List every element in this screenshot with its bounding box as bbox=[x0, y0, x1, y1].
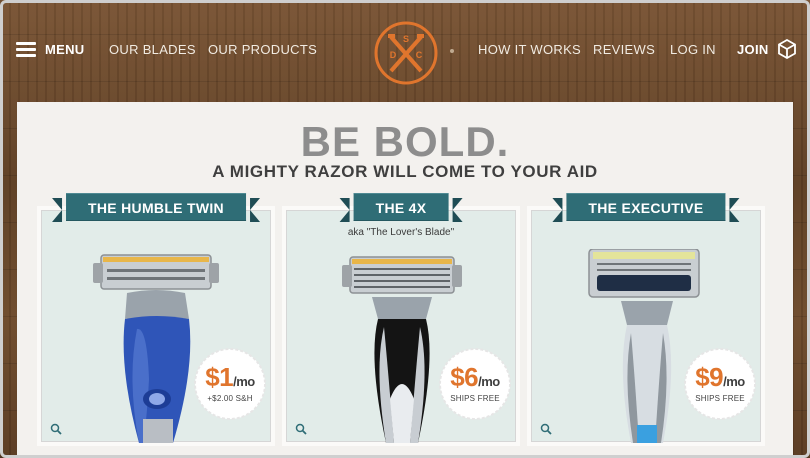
nav-divider-dot bbox=[450, 49, 454, 53]
product-card-executive[interactable]: THE EXECUTIVE $9/mo SHIPS FREE bbox=[531, 193, 761, 443]
price-badge: $9/mo SHIPS FREE bbox=[684, 348, 756, 420]
cube-icon[interactable] bbox=[777, 39, 797, 59]
zoom-icon[interactable] bbox=[540, 423, 552, 435]
top-nav: MENU OUR BLADES OUR PRODUCTS S D C HOW I… bbox=[0, 0, 810, 100]
shipping-note: SHIPS FREE bbox=[450, 394, 500, 403]
zoom-icon[interactable] bbox=[295, 423, 307, 435]
hero-panel: BE BOLD. A MIGHTY RAZOR WILL COME TO YOU… bbox=[17, 102, 793, 458]
product-name-banner: THE 4X bbox=[339, 193, 463, 222]
product-name-banner: THE HUMBLE TWIN bbox=[52, 193, 260, 222]
price-amount: $9/mo bbox=[684, 362, 756, 393]
price-amount: $6/mo bbox=[439, 362, 511, 393]
zoom-icon[interactable] bbox=[50, 423, 62, 435]
price-period: /mo bbox=[723, 374, 745, 389]
shipping-note: +$2.00 S&H bbox=[207, 394, 253, 403]
price-badge: $6/mo SHIPS FREE bbox=[439, 348, 511, 420]
price-value: $1 bbox=[205, 362, 234, 392]
price-value: $9 bbox=[695, 362, 724, 392]
product-nickname: aka "The Lover's Blade" bbox=[347, 227, 455, 238]
dollar-shave-club-logo[interactable]: S D C bbox=[374, 21, 438, 85]
nav-how-it-works[interactable]: HOW IT WORKS bbox=[478, 42, 581, 57]
menu-button[interactable]: MENU bbox=[45, 42, 84, 57]
shipping-note: SHIPS FREE bbox=[695, 394, 745, 403]
price-period: /mo bbox=[478, 374, 500, 389]
product-card-humble-twin[interactable]: THE HUMBLE TWIN $1/mo +$2.00 S&H bbox=[41, 193, 271, 443]
nav-join[interactable]: JOIN bbox=[737, 42, 769, 57]
nav-our-blades[interactable]: OUR BLADES bbox=[109, 42, 196, 57]
nav-log-in[interactable]: LOG IN bbox=[670, 42, 716, 57]
price-value: $6 bbox=[450, 362, 479, 392]
price-amount: $1/mo bbox=[194, 362, 266, 393]
logo-letter-c: C bbox=[416, 50, 423, 60]
price-period: /mo bbox=[233, 374, 255, 389]
price-badge: $1/mo +$2.00 S&H bbox=[194, 348, 266, 420]
product-card-4x[interactable]: THE 4X aka "The Lover's Blade" $6/mo SHI… bbox=[286, 193, 516, 443]
page-subtitle: A MIGHTY RAZOR WILL COME TO YOUR AID bbox=[212, 162, 598, 181]
page-title: BE BOLD. bbox=[300, 118, 510, 165]
nav-reviews[interactable]: REVIEWS bbox=[593, 42, 655, 57]
nav-our-products[interactable]: OUR PRODUCTS bbox=[208, 42, 317, 57]
hamburger-icon[interactable] bbox=[16, 42, 36, 57]
logo-letter-s: S bbox=[403, 34, 409, 44]
logo-letter-d: D bbox=[390, 50, 397, 60]
product-name-banner: THE EXECUTIVE bbox=[552, 193, 740, 222]
